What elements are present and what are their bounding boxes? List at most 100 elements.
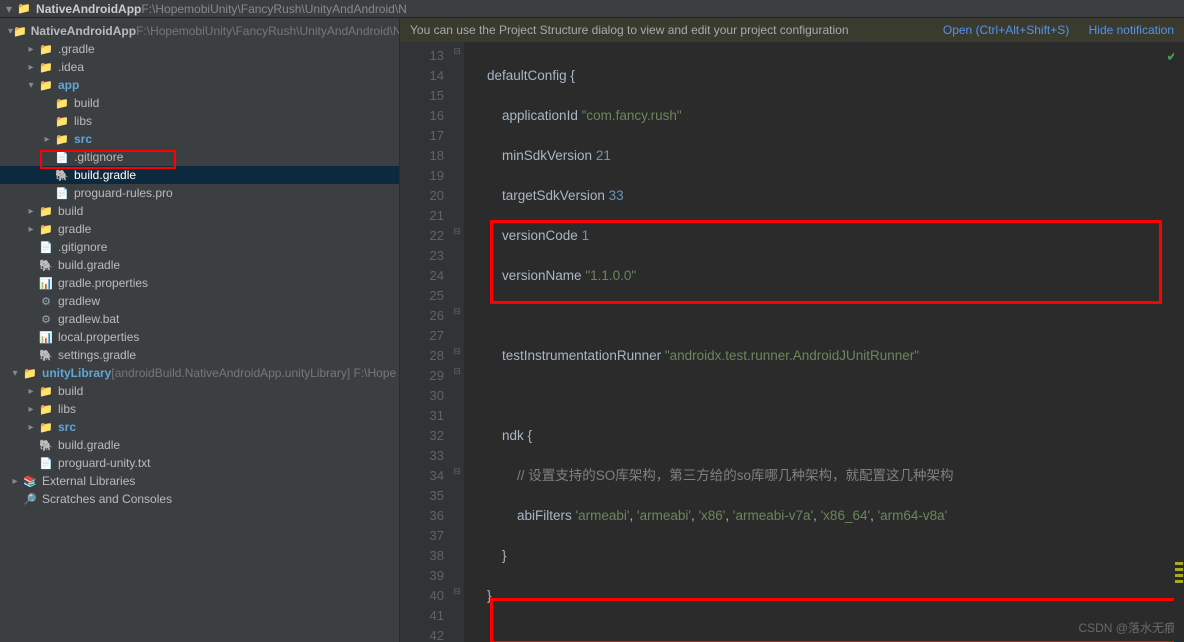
tree-item-gradle-properties[interactable]: 📊gradle.properties <box>0 274 399 292</box>
tree-item-build[interactable]: ▸📁build <box>0 382 399 400</box>
project-name[interactable]: NativeAndroidAppF:\HopemobiUnity\FancyRu… <box>36 2 407 16</box>
expand-icon[interactable]: ▾ <box>6 2 12 16</box>
tree-item-external-libraries[interactable]: ▸📚External Libraries <box>0 472 399 490</box>
tree-item--idea[interactable]: ▸📁.idea <box>0 58 399 76</box>
chevron-icon[interactable]: ▸ <box>24 386 38 397</box>
fold-marker[interactable] <box>450 526 464 546</box>
line-number[interactable]: 33 <box>400 446 444 466</box>
line-number[interactable]: 35 <box>400 486 444 506</box>
tree-item-src[interactable]: ▸📁src <box>0 418 399 436</box>
line-number[interactable]: 36 <box>400 506 444 526</box>
tree-item-build-gradle[interactable]: 🐘build.gradle <box>0 436 399 454</box>
line-number[interactable]: 34 <box>400 466 444 486</box>
chevron-icon[interactable]: ▸ <box>24 422 38 433</box>
line-number[interactable]: 15 <box>400 86 444 106</box>
fold-marker[interactable] <box>450 146 464 166</box>
fold-marker[interactable]: ⊟ <box>450 366 464 386</box>
line-gutter[interactable]: 1314151617181920212223242526272829303132… <box>400 42 450 642</box>
line-number[interactable]: 18 <box>400 146 444 166</box>
open-structure-link[interactable]: Open (Ctrl+Alt+Shift+S) <box>943 23 1069 37</box>
tree-item-libs[interactable]: 📁libs <box>0 112 399 130</box>
tree-item-gradle[interactable]: ▸📁gradle <box>0 220 399 238</box>
line-number[interactable]: 17 <box>400 126 444 146</box>
line-number[interactable]: 37 <box>400 526 444 546</box>
line-number[interactable]: 13 <box>400 46 444 66</box>
fold-marker[interactable] <box>450 266 464 286</box>
fold-marker[interactable]: ⊟ <box>450 346 464 366</box>
fold-marker[interactable] <box>450 326 464 346</box>
tree-item-nativeandroidapp[interactable]: ▾📁NativeAndroidApp F:\HopemobiUnity\Fanc… <box>0 22 399 40</box>
fold-marker[interactable] <box>450 426 464 446</box>
fold-marker[interactable] <box>450 86 464 106</box>
tree-item-app[interactable]: ▾📁app <box>0 76 399 94</box>
project-tree[interactable]: ▾📁NativeAndroidApp F:\HopemobiUnity\Fanc… <box>0 18 400 642</box>
tree-item-libs[interactable]: ▸📁libs <box>0 400 399 418</box>
line-number[interactable]: 23 <box>400 246 444 266</box>
fold-marker[interactable]: ⊟ <box>450 226 464 246</box>
fold-marker[interactable] <box>450 606 464 626</box>
fold-marker[interactable] <box>450 126 464 146</box>
chevron-icon[interactable]: ▸ <box>24 404 38 415</box>
fold-marker[interactable] <box>450 106 464 126</box>
line-number[interactable]: 21 <box>400 206 444 226</box>
fold-marker[interactable] <box>450 246 464 266</box>
fold-marker[interactable] <box>450 386 464 406</box>
tree-item-unitylibrary[interactable]: ▾📁unityLibrary [androidBuild.NativeAndro… <box>0 364 399 382</box>
fold-marker[interactable] <box>450 566 464 586</box>
chevron-icon[interactable]: ▾ <box>8 368 22 379</box>
line-number[interactable]: 27 <box>400 326 444 346</box>
line-number[interactable]: 41 <box>400 606 444 626</box>
tree-item-gradlew[interactable]: ⚙gradlew <box>0 292 399 310</box>
tree-item--gitignore[interactable]: 📄.gitignore <box>0 238 399 256</box>
tree-item-build[interactable]: ▸📁build <box>0 202 399 220</box>
chevron-icon[interactable]: ▸ <box>24 44 38 55</box>
tree-item-scratches-and-consoles[interactable]: 🔎Scratches and Consoles <box>0 490 399 508</box>
chevron-icon[interactable]: ▸ <box>24 224 38 235</box>
line-number[interactable]: 14 <box>400 66 444 86</box>
tree-item--gitignore[interactable]: 📄.gitignore <box>0 148 399 166</box>
line-number[interactable]: 26 <box>400 306 444 326</box>
fold-marker[interactable] <box>450 186 464 206</box>
line-number[interactable]: 28 <box>400 346 444 366</box>
tree-item-build-gradle[interactable]: 🐘build.gradle <box>0 166 399 184</box>
fold-marker[interactable] <box>450 166 464 186</box>
fold-marker[interactable]: ⊟ <box>450 586 464 606</box>
line-number[interactable]: 19 <box>400 166 444 186</box>
fold-marker[interactable] <box>450 286 464 306</box>
tree-item--gradle[interactable]: ▸📁.gradle <box>0 40 399 58</box>
tree-item-src[interactable]: ▸📁src <box>0 130 399 148</box>
fold-marker[interactable] <box>450 546 464 566</box>
chevron-icon[interactable]: ▸ <box>8 476 22 487</box>
fold-marker[interactable] <box>450 406 464 426</box>
chevron-icon[interactable]: ▾ <box>24 80 38 91</box>
line-number[interactable]: 29 <box>400 366 444 386</box>
fold-marker[interactable] <box>450 206 464 226</box>
tree-item-local-properties[interactable]: 📊local.properties <box>0 328 399 346</box>
tree-item-proguard-rules-pro[interactable]: 📄proguard-rules.pro <box>0 184 399 202</box>
fold-marker[interactable] <box>450 486 464 506</box>
line-number[interactable]: 32 <box>400 426 444 446</box>
tree-item-gradlew-bat[interactable]: ⚙gradlew.bat <box>0 310 399 328</box>
fold-marker[interactable] <box>450 506 464 526</box>
line-number[interactable]: 31 <box>400 406 444 426</box>
fold-marker[interactable] <box>450 626 464 642</box>
line-number[interactable]: 38 <box>400 546 444 566</box>
line-number[interactable]: 39 <box>400 566 444 586</box>
tree-item-proguard-unity-txt[interactable]: 📄proguard-unity.txt <box>0 454 399 472</box>
line-number[interactable]: 16 <box>400 106 444 126</box>
line-number[interactable]: 40 <box>400 586 444 606</box>
chevron-icon[interactable]: ▸ <box>40 134 54 145</box>
fold-gutter[interactable]: ⊟⊟⊟⊟⊟⊟⊟ <box>450 42 464 642</box>
hide-notification-link[interactable]: Hide notification <box>1089 23 1174 37</box>
tree-item-build[interactable]: 📁build <box>0 94 399 112</box>
line-number[interactable]: 42 <box>400 626 444 642</box>
line-number[interactable]: 24 <box>400 266 444 286</box>
line-number[interactable]: 30 <box>400 386 444 406</box>
line-number[interactable]: 22 <box>400 226 444 246</box>
line-number[interactable]: 25 <box>400 286 444 306</box>
code-editor[interactable]: defaultConfig { applicationId "com.fancy… <box>464 42 1184 642</box>
fold-marker[interactable] <box>450 66 464 86</box>
fold-marker[interactable]: ⊟ <box>450 306 464 326</box>
line-number[interactable]: 20 <box>400 186 444 206</box>
tree-item-settings-gradle[interactable]: 🐘settings.gradle <box>0 346 399 364</box>
